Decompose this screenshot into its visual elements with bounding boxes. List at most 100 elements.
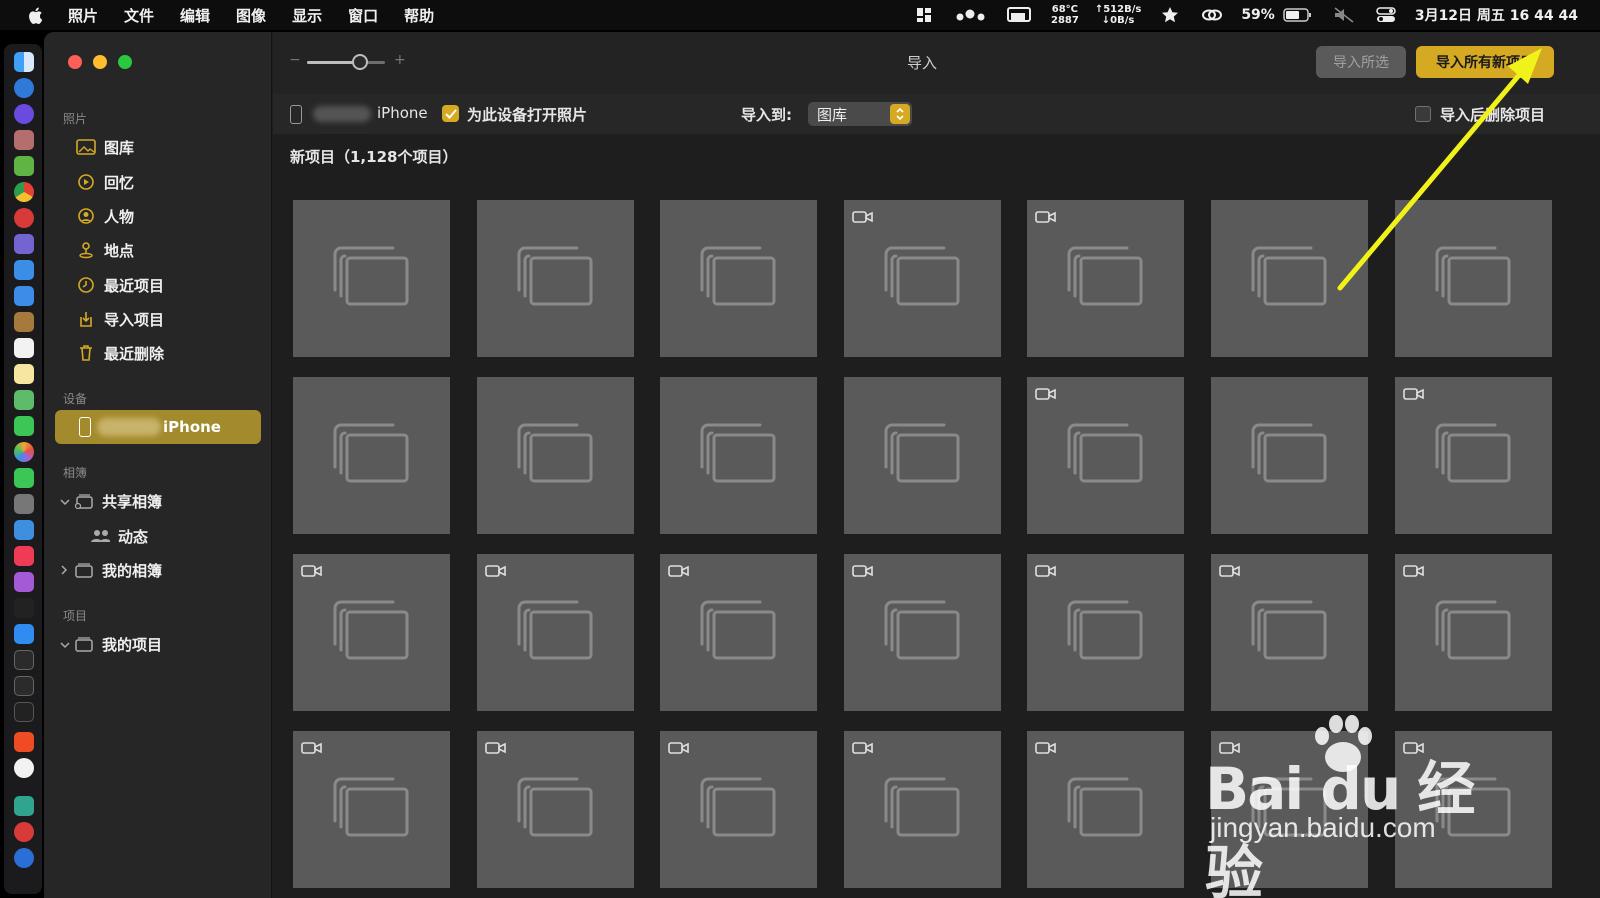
menu-file[interactable]: 文件 <box>124 5 154 26</box>
messages-icon[interactable] <box>14 416 34 436</box>
menu-help[interactable]: 帮助 <box>404 5 434 26</box>
video-thumbnail[interactable] <box>1027 377 1184 534</box>
android-icon[interactable] <box>14 156 34 176</box>
terminal-icon[interactable] <box>14 650 34 670</box>
app-blue-icon[interactable] <box>14 260 34 280</box>
chrome-icon[interactable] <box>14 182 34 202</box>
podcasts-icon[interactable] <box>14 572 34 592</box>
import-all-new-button[interactable]: 导入所有新项目 <box>1416 46 1554 78</box>
chevron-right-icon[interactable] <box>60 561 72 579</box>
menu-window[interactable]: 窗口 <box>348 5 378 26</box>
photo-thumbnail[interactable] <box>477 377 634 534</box>
menu-view[interactable]: 显示 <box>292 5 322 26</box>
video-thumbnail[interactable] <box>1027 731 1184 888</box>
zoom-button[interactable] <box>118 55 132 69</box>
video-thumbnail[interactable] <box>293 731 450 888</box>
activity-icon[interactable] <box>14 676 34 696</box>
photo-thumbnail[interactable] <box>477 200 634 357</box>
chevron-down-icon[interactable] <box>60 492 72 510</box>
sidebar-item-memories[interactable]: 回忆 <box>76 167 134 197</box>
sidebar-item-imports[interactable]: 导入项目 <box>76 304 164 334</box>
video-thumbnail[interactable] <box>477 731 634 888</box>
sidebar-item-recently-deleted[interactable]: 最近删除 <box>76 338 164 368</box>
link-icon[interactable] <box>1201 6 1223 24</box>
zoom-out-icon[interactable]: − <box>289 52 301 68</box>
dots-icon[interactable] <box>955 6 987 24</box>
import-to-select[interactable]: 图库 <box>808 102 912 126</box>
maps-icon[interactable] <box>14 390 34 410</box>
photo-thumbnail[interactable] <box>1211 377 1368 534</box>
photo-thumbnail[interactable] <box>660 200 817 357</box>
battery-icon[interactable] <box>1283 6 1313 24</box>
appstore-icon[interactable] <box>14 624 34 644</box>
video-thumbnail[interactable] <box>1027 200 1184 357</box>
import-selected-button[interactable]: 导入所选 <box>1316 46 1406 78</box>
delete-after-import-checkbox[interactable] <box>1415 106 1431 122</box>
sidebar-item-device[interactable]: iPhone <box>55 410 261 444</box>
photo-thumbnail[interactable] <box>660 377 817 534</box>
photos-icon[interactable] <box>14 442 34 462</box>
app-blue2-icon[interactable] <box>14 848 34 868</box>
siri-icon[interactable] <box>14 104 34 124</box>
control-center-icon[interactable] <box>1375 6 1397 24</box>
mute-icon[interactable] <box>1333 6 1355 24</box>
network-readout[interactable]: ↑512B/s ↓0B/s <box>1095 4 1141 26</box>
photo-thumbnail[interactable] <box>844 377 1001 534</box>
tv-icon[interactable] <box>14 598 34 618</box>
calendar-icon[interactable] <box>14 338 34 358</box>
sidebar-item-shared-albums[interactable]: 共享相簿 <box>60 486 162 516</box>
launchpad-icon[interactable] <box>14 130 34 150</box>
app-red-icon[interactable] <box>14 208 34 228</box>
star-icon[interactable] <box>1159 6 1181 24</box>
menu-photos[interactable]: 照片 <box>68 5 98 26</box>
video-thumbnail[interactable] <box>1395 377 1552 534</box>
app-teal-icon[interactable] <box>14 796 34 816</box>
music-icon[interactable] <box>14 546 34 566</box>
sidebar-item-recent[interactable]: 最近项目 <box>76 270 164 300</box>
facetime-icon[interactable] <box>14 468 34 488</box>
display-icon[interactable] <box>1006 6 1033 24</box>
sidebar-item-library[interactable]: 图库 <box>76 132 134 162</box>
mail-icon[interactable] <box>14 286 34 306</box>
netease-icon[interactable] <box>14 822 34 842</box>
menu-edit[interactable]: 编辑 <box>180 5 210 26</box>
app-lightblue-icon[interactable] <box>14 520 34 540</box>
yandex-icon[interactable] <box>14 758 34 778</box>
close-button[interactable] <box>68 55 82 69</box>
photo-thumbnail[interactable] <box>1395 200 1552 357</box>
finder-icon[interactable] <box>14 52 34 72</box>
zoom-in-icon[interactable]: + <box>394 52 406 68</box>
sidebar-item-my-projects[interactable]: 我的项目 <box>60 629 162 659</box>
video-thumbnail[interactable] <box>660 554 817 711</box>
safari-icon[interactable] <box>14 78 34 98</box>
menu-image[interactable]: 图像 <box>236 5 266 26</box>
photo-thumbnail[interactable] <box>1211 200 1368 357</box>
chevron-down-icon[interactable] <box>60 635 72 653</box>
video-thumbnail[interactable] <box>1027 554 1184 711</box>
photo-thumbnail[interactable] <box>293 200 450 357</box>
app-brown-icon[interactable] <box>14 312 34 332</box>
minimize-button[interactable] <box>93 55 107 69</box>
video-thumbnail[interactable] <box>844 200 1001 357</box>
sidebar-item-people[interactable]: 人物 <box>76 201 134 231</box>
app-purple-icon[interactable] <box>14 234 34 254</box>
app-gray-icon[interactable] <box>14 494 34 514</box>
temp-fan-readout[interactable]: 68°C 2887 <box>1051 4 1079 26</box>
sidebar-item-my-albums[interactable]: 我的相簿 <box>60 555 162 585</box>
video-thumbnail[interactable] <box>1211 554 1368 711</box>
console-icon[interactable] <box>14 702 34 722</box>
video-thumbnail[interactable] <box>660 731 817 888</box>
sidebar-item-places[interactable]: 地点 <box>76 235 134 265</box>
open-photos-checkbox[interactable] <box>442 105 459 122</box>
video-thumbnail[interactable] <box>844 731 1001 888</box>
zoom-slider-knob[interactable] <box>352 54 368 70</box>
brave-icon[interactable] <box>14 732 34 752</box>
notes-icon[interactable] <box>14 364 34 384</box>
video-thumbnail[interactable] <box>293 554 450 711</box>
layout-icon[interactable] <box>913 6 935 24</box>
apple-icon[interactable] <box>24 4 46 26</box>
video-thumbnail[interactable] <box>1395 554 1552 711</box>
clock[interactable]: 3月12日 周五 16 44 44 <box>1415 5 1578 25</box>
photo-thumbnail[interactable] <box>293 377 450 534</box>
sidebar-item-activity[interactable]: 动态 <box>90 521 148 551</box>
